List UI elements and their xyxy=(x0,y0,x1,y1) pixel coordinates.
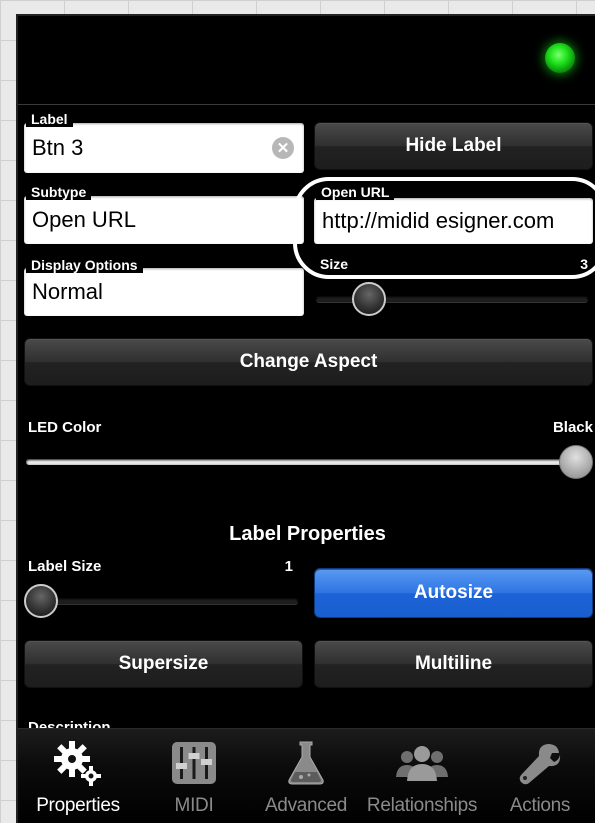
subtype-field-title: Subtype xyxy=(26,184,92,200)
supersize-button[interactable]: Supersize xyxy=(24,640,303,688)
highlight-ring xyxy=(293,177,595,279)
divider xyxy=(18,104,595,105)
led-color-slider-track[interactable] xyxy=(26,459,581,465)
label-size-label: Label Size xyxy=(28,558,102,575)
people-group-icon xyxy=(394,739,450,787)
subtype-select[interactable]: Open URL xyxy=(24,196,304,244)
label-properties-title: Label Properties xyxy=(229,523,386,545)
tab-advanced[interactable]: Advanced xyxy=(250,729,362,823)
flask-icon xyxy=(278,739,334,787)
tab-label: Properties xyxy=(36,795,120,816)
tab-label: Relationships xyxy=(366,795,478,816)
clear-icon[interactable]: ✕ xyxy=(272,137,294,159)
display-options-select[interactable]: Normal xyxy=(24,268,304,316)
change-aspect-button[interactable]: Change Aspect xyxy=(24,338,593,386)
display-options-field-title: Display Options xyxy=(26,257,143,273)
wrench-icon xyxy=(512,739,568,787)
label-field-title: Label xyxy=(26,111,73,127)
tab-actions[interactable]: Actions xyxy=(484,729,595,823)
tab-midi[interactable]: MIDI xyxy=(138,729,250,823)
multiline-button[interactable]: Multiline xyxy=(314,640,593,688)
gears-icon xyxy=(50,739,106,787)
tab-label: Actions xyxy=(509,795,571,816)
led-indicator xyxy=(545,43,575,73)
tab-label: MIDI xyxy=(174,795,214,816)
partial-section-label: Description xyxy=(28,719,111,728)
label-input-value: Btn 3 xyxy=(32,135,84,160)
subtype-value: Open URL xyxy=(32,207,136,232)
size-slider-knob[interactable] xyxy=(352,282,386,316)
label-size-value: 1 xyxy=(284,558,293,575)
led-color-slider-knob[interactable] xyxy=(559,445,593,479)
tab-relationships[interactable]: Relationships xyxy=(366,729,478,823)
tab-properties[interactable]: Properties xyxy=(22,729,134,823)
hide-label-button[interactable]: Hide Label xyxy=(314,122,593,170)
mixer-sliders-icon xyxy=(166,739,222,787)
autosize-button[interactable]: Autosize xyxy=(314,568,593,618)
led-color-label: LED Color xyxy=(28,419,102,436)
tab-label: Advanced xyxy=(264,795,348,816)
display-options-value: Normal xyxy=(32,279,103,304)
led-color-value: Black xyxy=(552,419,593,436)
label-input[interactable]: Btn 3 ✕ xyxy=(24,123,304,173)
tab-bar: Properties MIDI Advanced Relationships A… xyxy=(18,728,595,823)
label-size-slider-track[interactable] xyxy=(26,598,298,604)
properties-panel: Label Btn 3 ✕ Hide Label Subtype Open UR… xyxy=(16,14,595,823)
label-size-slider-knob[interactable] xyxy=(24,584,58,618)
